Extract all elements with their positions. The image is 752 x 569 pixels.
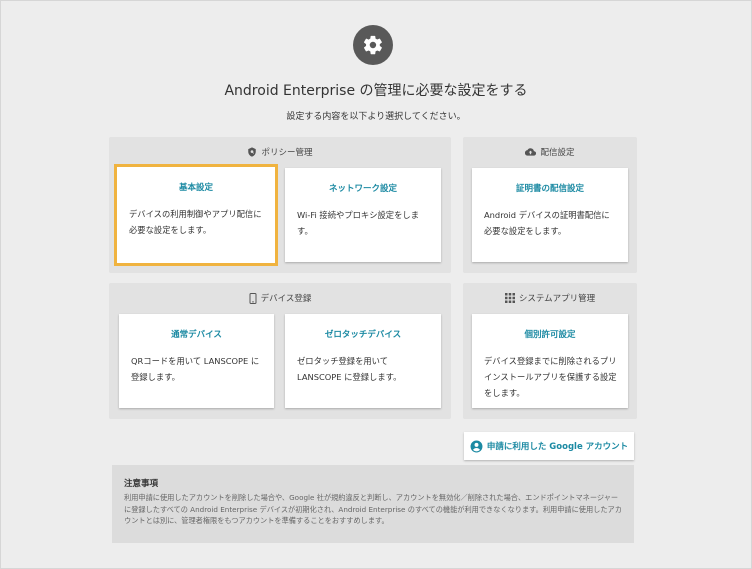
device-registration-label: デバイス登録 xyxy=(260,294,312,304)
individual-permission-card[interactable]: 個別許可設定 デバイス登録までに削除されるプリインストールアプリを保護する設定を… xyxy=(472,314,628,408)
notice-box: 注意事項 利用申請に使用したアカウントを削除した場合や、Google 社が規約違… xyxy=(112,465,634,543)
zero-touch-device-title: ゼロタッチデバイス xyxy=(324,330,402,340)
page-title: Android Enterprise の管理に必要な設定をする xyxy=(224,83,528,99)
smartphone-icon xyxy=(249,292,257,304)
system-apps-label: システムアプリ管理 xyxy=(518,294,596,304)
basic-settings-card[interactable]: 基本設定 デバイスの利用制御やアプリ配信に必要な設定をします。 xyxy=(114,164,278,266)
account-circle-icon xyxy=(470,440,483,452)
page-subtitle: 設定する内容を以下より選択してください。 xyxy=(286,112,466,122)
distribution-section: 配信設定 証明書の配信設定 Android デバイスの証明書配信に必要な設定をし… xyxy=(463,137,637,273)
basic-settings-desc: デバイスの利用制御やアプリ配信に必要な設定をします。 xyxy=(129,209,262,235)
notice-body: 利用申請に使用したアカウントを削除した場合や、Google 社が規約違反と判断し… xyxy=(124,493,622,525)
certificate-settings-desc: Android デバイスの証明書配信に必要な設定をします。 xyxy=(484,210,610,236)
individual-permission-desc: デバイス登録までに削除されるプリインストールアプリを保護する設定をします。 xyxy=(484,356,617,398)
distribution-section-label: 配信設定 xyxy=(540,148,575,158)
system-apps-header: システムアプリ管理 xyxy=(463,292,637,304)
network-settings-desc: Wi-Fi 接続やプロキシ設定をします。 xyxy=(297,210,419,236)
policy-section-label: ポリシー管理 xyxy=(261,148,313,158)
shield-icon xyxy=(248,147,257,157)
network-settings-card[interactable]: ネットワーク設定 Wi-Fi 接続やプロキシ設定をします。 xyxy=(285,168,441,262)
gear-icon xyxy=(363,35,382,55)
google-account-button[interactable]: 申請に利用した Google アカウント xyxy=(464,432,634,460)
individual-permission-title: 個別許可設定 xyxy=(524,330,576,340)
device-registration-section: デバイス登録 通常デバイス QRコードを用いて LANSCOPE に登録します。… xyxy=(109,283,451,419)
normal-device-card[interactable]: 通常デバイス QRコードを用いて LANSCOPE に登録します。 xyxy=(119,314,274,408)
settings-gear-icon xyxy=(353,25,393,65)
distribution-section-header: 配信設定 xyxy=(463,146,637,158)
normal-device-desc: QRコードを用いて LANSCOPE に登録します。 xyxy=(131,356,260,382)
system-apps-section: システムアプリ管理 個別許可設定 デバイス登録までに削除されるプリインストールア… xyxy=(463,283,637,419)
certificate-settings-card[interactable]: 証明書の配信設定 Android デバイスの証明書配信に必要な設定をします。 xyxy=(472,168,628,262)
zero-touch-device-desc: ゼロタッチ登録を用いて LANSCOPE に登録します。 xyxy=(297,356,402,382)
google-account-label: 申請に利用した Google アカウント xyxy=(486,442,629,452)
cloud-upload-icon xyxy=(525,148,537,156)
policy-section: ポリシー管理 基本設定 デバイスの利用制御やアプリ配信に必要な設定をします。 ネ… xyxy=(109,137,451,273)
normal-device-title: 通常デバイス xyxy=(171,330,222,340)
network-settings-title: ネットワーク設定 xyxy=(328,184,397,194)
notice-title: 注意事項 xyxy=(124,479,159,489)
apps-grid-icon xyxy=(504,293,515,303)
device-registration-header: デバイス登録 xyxy=(109,292,451,304)
certificate-settings-title: 証明書の配信設定 xyxy=(515,184,584,194)
basic-settings-title: 基本設定 xyxy=(178,183,213,193)
policy-section-header: ポリシー管理 xyxy=(109,146,451,158)
zero-touch-device-card[interactable]: ゼロタッチデバイス ゼロタッチ登録を用いて LANSCOPE に登録します。 xyxy=(285,314,441,408)
